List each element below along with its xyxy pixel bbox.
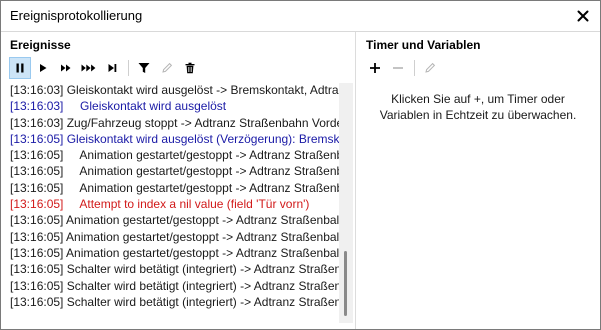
toolbar-separator	[128, 60, 129, 76]
close-icon	[577, 10, 589, 22]
skip-to-end-button[interactable]	[101, 57, 123, 79]
log-line[interactable]: [13:16:05] Schalter wird betätigt (integ…	[8, 261, 347, 277]
close-button[interactable]	[572, 5, 594, 27]
timers-hint: Klicken Sie auf +, um Timer oder Variabl…	[379, 92, 577, 122]
delete-button[interactable]	[179, 57, 201, 79]
filter-icon	[138, 63, 150, 73]
edit-button[interactable]	[156, 57, 178, 79]
pause-icon	[16, 63, 24, 73]
log-line[interactable]: [13:16:05] Animation gestartet/gestoppt …	[8, 229, 347, 245]
log-line[interactable]: [13:16:05] Schalter wird betätigt (integ…	[8, 294, 347, 310]
log-line[interactable]: [13:16:05] Animation gestartet/gestoppt …	[8, 163, 347, 179]
log-line[interactable]: [13:16:05] Animation gestartet/gestoppt …	[8, 147, 347, 163]
timers-toolbar	[364, 57, 442, 79]
log-line[interactable]: [13:16:05] Schalter wird betätigt (integ…	[8, 278, 347, 294]
play-button[interactable]	[32, 57, 54, 79]
pause-button[interactable]	[9, 57, 31, 79]
event-log-window: Ereignisprotokollierung Ereignisse [13:1…	[0, 0, 601, 330]
remove-timer-button[interactable]	[387, 57, 409, 79]
fastest-forward-icon	[81, 64, 96, 72]
fast-forward-button[interactable]	[55, 57, 77, 79]
fastest-forward-button[interactable]	[78, 57, 100, 79]
scrollbar-thumb[interactable]	[344, 251, 347, 316]
events-toolbar	[9, 57, 202, 79]
log-line[interactable]: [13:16:05] Animation gestartet/gestoppt …	[8, 245, 347, 261]
add-timer-button[interactable]	[364, 57, 386, 79]
log-line[interactable]: [13:16:05] Attempt to index a nil value …	[8, 196, 347, 212]
title-bar: Ereignisprotokollierung	[1, 1, 600, 32]
toolbar-separator	[414, 60, 415, 76]
pencil-icon	[162, 62, 173, 73]
fast-forward-icon	[61, 64, 71, 72]
timers-pane: Timer und Variablen Klicken Sie auf +, u…	[356, 32, 600, 329]
skip-to-end-icon	[108, 64, 116, 72]
filter-button[interactable]	[133, 57, 155, 79]
log-line[interactable]: [13:16:03] Gleiskontakt wird ausgelöst -…	[8, 82, 347, 98]
log-line[interactable]: [13:16:05] Gleiskontakt wird ausgelöst (…	[8, 131, 347, 147]
log-line[interactable]: [13:16:05] Animation gestartet/gestoppt …	[8, 212, 347, 228]
trash-icon	[185, 62, 195, 74]
event-log-list[interactable]: [13:16:03] Gleiskontakt wird ausgelöst -…	[8, 82, 347, 322]
events-pane: Ereignisse [13:16:03] Gleiskontakt wird …	[1, 32, 355, 329]
timers-title: Timer und Variablen	[366, 38, 481, 52]
window-title: Ereignisprotokollierung	[10, 8, 143, 23]
log-scrollbar[interactable]	[339, 83, 353, 323]
edit-timer-button[interactable]	[419, 57, 441, 79]
pencil-icon	[425, 62, 436, 73]
minus-icon	[393, 67, 403, 69]
plus-icon	[370, 63, 380, 73]
play-icon	[40, 64, 47, 72]
log-line[interactable]: [13:16:03] Zug/Fahrzeug stoppt -> Adtran…	[8, 115, 347, 131]
log-line[interactable]: [13:16:03] Gleiskontakt wird ausgelöst	[8, 98, 347, 114]
events-title: Ereignisse	[10, 38, 71, 52]
log-line[interactable]: [13:16:05] Animation gestartet/gestoppt …	[8, 180, 347, 196]
